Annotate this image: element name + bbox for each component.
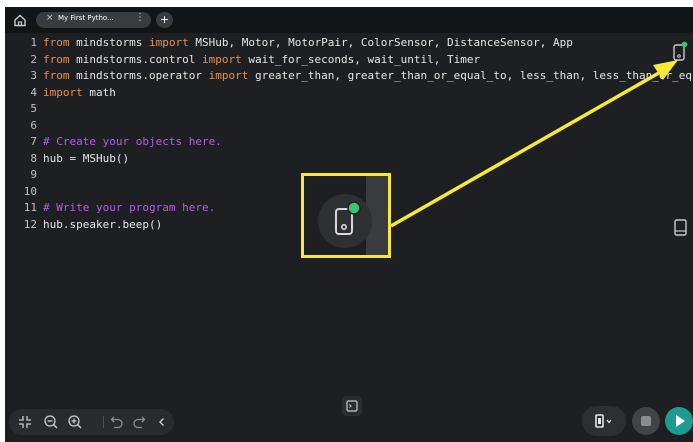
zoom-out-icon[interactable] (43, 414, 59, 430)
line-content: import math (43, 85, 116, 101)
annotation-highlight-box (301, 173, 391, 258)
code-token: hub.speaker.beep() (43, 217, 163, 231)
tab-title: My First Pytho... (58, 14, 114, 22)
stop-button[interactable] (632, 407, 660, 435)
keyword-token: from (43, 36, 70, 49)
more-options-icon[interactable]: ⋮ (135, 12, 145, 23)
hub-connect-icon[interactable] (670, 40, 690, 62)
undo-icon[interactable] (109, 414, 125, 430)
code-token: mindstorms.operator (69, 69, 209, 82)
redo-icon[interactable] (131, 414, 147, 430)
close-icon[interactable]: × (46, 13, 54, 23)
keyword-token: import (43, 85, 83, 99)
device-icon (595, 414, 612, 428)
line-content: hub = MSHub() (43, 151, 129, 167)
line-number: 10 (23, 184, 37, 198)
code-token: wait_for_seconds, wait_until, Timer (241, 52, 481, 66)
line-number: 12 (23, 217, 37, 231)
comment-token: # Create your objects here. (43, 135, 222, 148)
line-content: from mindstorms import MSHub, Motor, Mot… (43, 35, 573, 51)
line-number: 6 (30, 118, 37, 132)
hub-connect-icon (335, 201, 361, 235)
home-icon[interactable] (13, 13, 27, 27)
code-token: mindstorms.control (69, 52, 202, 66)
line-number: 8 (30, 151, 37, 165)
line-content: # Write your program here. (43, 200, 215, 216)
keyword-token: from (43, 52, 70, 66)
comment-token: # Write your program here. (43, 201, 216, 214)
play-icon (676, 415, 685, 427)
line-number: 2 (30, 52, 37, 66)
tab-project[interactable]: × My First Pytho... ⋮ (36, 12, 151, 28)
line-number: 1 (30, 36, 37, 49)
line-content: from mindstorms.control import wait_for_… (43, 52, 480, 68)
line-content: # Create your objects here. (43, 134, 222, 150)
line-content: from mindstorms.operator import greater_… (43, 68, 693, 84)
zoom-toolbar (9, 409, 174, 435)
line-number: 3 (30, 69, 37, 82)
code-token: mindstorms (69, 36, 149, 49)
line-content: hub.speaker.beep() (43, 217, 162, 233)
book-icon[interactable] (673, 218, 689, 238)
line-number: 11 (23, 201, 37, 214)
hub-connect-button-zoomed (318, 194, 372, 248)
line-number: 7 (30, 135, 37, 148)
code-token: MSHub, Motor, MotorPair, ColorSensor, Di… (188, 36, 573, 49)
console-icon (346, 400, 358, 412)
device-select[interactable] (582, 406, 626, 436)
collapse-icon[interactable] (17, 414, 33, 430)
zoom-in-icon[interactable] (67, 414, 83, 430)
line-number: 9 (30, 168, 37, 181)
keyword-token: from (43, 69, 70, 82)
toolbar-divider (103, 416, 104, 428)
keyword-token: import (208, 69, 249, 82)
stop-icon (641, 416, 651, 426)
tab-bar: × My First Pytho... ⋮ + (5, 7, 693, 33)
code-token: greater_than, greater_than_or_equal_to, … (248, 69, 693, 82)
line-number: 5 (30, 102, 37, 115)
keyword-token: import (148, 36, 189, 49)
console-button[interactable] (342, 396, 362, 416)
new-tab-button[interactable]: + (156, 12, 173, 28)
code-token: math (82, 85, 116, 99)
line-number: 4 (30, 85, 37, 99)
play-button[interactable] (665, 407, 693, 435)
code-token: hub = MSHub() (43, 151, 130, 165)
keyword-token: import (201, 52, 242, 66)
chevron-left-icon[interactable] (154, 414, 170, 430)
